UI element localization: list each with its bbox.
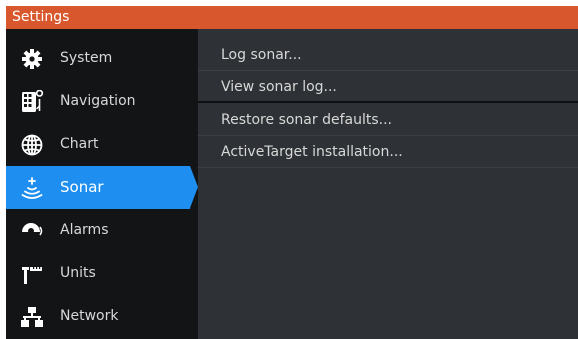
sidebar-item-label: Network xyxy=(60,308,119,324)
gear-icon xyxy=(20,47,44,71)
alarm-icon xyxy=(20,219,44,243)
network-icon xyxy=(20,305,44,329)
sonar-icon xyxy=(20,176,44,200)
restore-sonar-defaults-item[interactable]: Restore sonar defaults... xyxy=(198,104,578,136)
sonar-settings-panel: Log sonar... View sonar log... Restore s… xyxy=(198,29,578,339)
window-title: Settings xyxy=(6,6,578,29)
sidebar-item-label: System xyxy=(60,50,113,66)
sidebar-item-label: Sonar xyxy=(60,178,104,196)
settings-window: Settings System Navigation Chart Sonar A… xyxy=(6,6,578,339)
log-sonar-item[interactable]: Log sonar... xyxy=(198,39,578,71)
sidebar-item-alarms[interactable]: Alarms xyxy=(6,209,198,252)
sidebar-item-network[interactable]: Network xyxy=(6,295,198,338)
sidebar-item-label: Alarms xyxy=(60,222,109,238)
globe-icon xyxy=(20,133,44,157)
sidebar-item-sonar[interactable]: Sonar xyxy=(6,166,198,209)
sidebar-item-label: Chart xyxy=(60,136,99,152)
sidebar-item-chart[interactable]: Chart xyxy=(6,123,198,166)
sidebar-item-label: Units xyxy=(60,265,96,281)
sidebar-item-system[interactable]: System xyxy=(6,37,198,80)
sidebar-item-label: Navigation xyxy=(60,93,136,109)
units-icon xyxy=(20,262,44,286)
sidebar-item-navigation[interactable]: Navigation xyxy=(6,80,198,123)
sidebar-item-units[interactable]: Units xyxy=(6,252,198,295)
sidebar: System Navigation Chart Sonar Alarms Uni… xyxy=(6,29,198,339)
navigation-icon xyxy=(20,90,44,114)
activetarget-installation-item[interactable]: ActiveTarget installation... xyxy=(198,136,578,168)
view-sonar-log-item[interactable]: View sonar log... xyxy=(198,71,578,103)
